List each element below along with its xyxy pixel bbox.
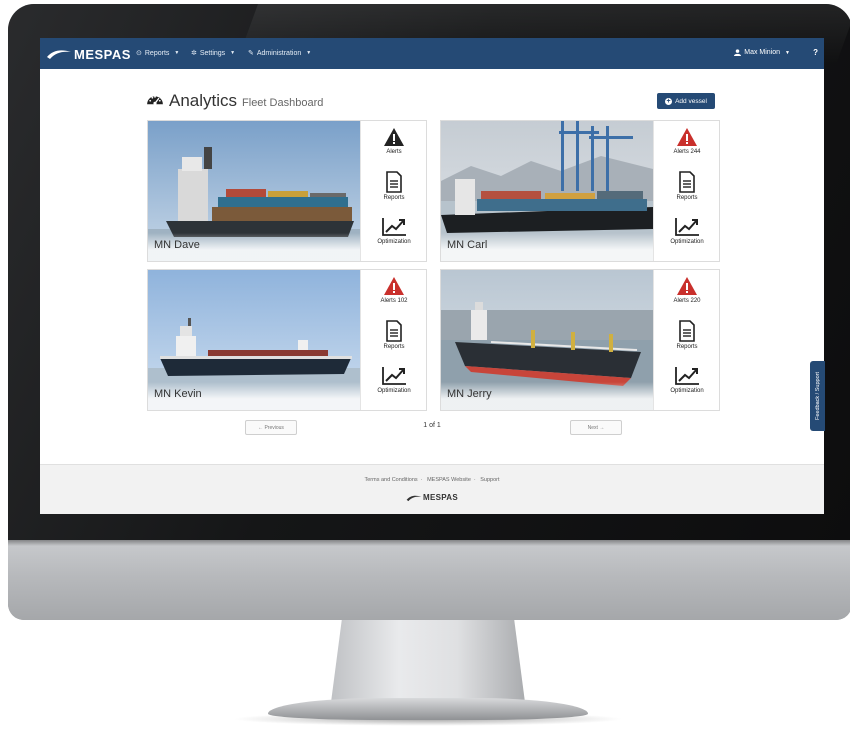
swoosh-icon [406, 495, 422, 501]
terms-link[interactable]: Terms and Conditions [364, 477, 417, 483]
reports-button[interactable]: Reports [654, 320, 720, 350]
vessel-name: MN Jerry [447, 388, 492, 400]
menu-administration[interactable]: ✎ Administration ▼ [248, 49, 312, 58]
support-link[interactable]: Support [480, 477, 499, 483]
add-vessel-button[interactable]: + Add vessel [657, 93, 715, 109]
vessel-name: MN Carl [447, 239, 488, 251]
warning-triangle-icon [677, 128, 697, 146]
alerts-label: Alerts 102 [380, 298, 408, 304]
dashboard-gauge-icon [147, 95, 163, 105]
reports-button[interactable]: Reports [361, 171, 427, 201]
vessel-name: MN Kevin [154, 388, 202, 400]
reports-label: Reports [383, 195, 405, 201]
warning-triangle-icon [384, 277, 404, 295]
vessel-photo[interactable]: MN Kevin [148, 270, 360, 410]
optimization-button[interactable]: Optimization [361, 366, 427, 394]
document-icon [679, 320, 695, 342]
user-menu[interactable]: Max Minion ▼ [734, 49, 790, 56]
optimization-button[interactable]: Optimization [654, 366, 720, 394]
gear-icon: ✲ [191, 50, 197, 57]
vessel-card: MN Dave Alerts Reports Optimization [147, 120, 427, 262]
vessel-card: MN Carl Alerts 244 Reports Optimization [440, 120, 720, 262]
vessel-card: MN Jerry Alerts 220 Reports Optimization [440, 269, 720, 411]
brand-logo[interactable]: MESPAS [46, 44, 131, 64]
user-icon [734, 49, 742, 56]
caret-down-icon: ▼ [174, 50, 180, 56]
page-title-sub: Fleet Dashboard [242, 97, 324, 109]
document-icon [386, 171, 402, 193]
vessel-photo[interactable]: MN Carl [441, 121, 653, 261]
vessel-name: MN Dave [154, 239, 200, 251]
optimization-label: Optimization [670, 239, 704, 245]
user-name: Max Minion [744, 49, 781, 56]
optimization-button[interactable]: Optimization [361, 217, 427, 245]
trend-chart-icon [675, 218, 699, 236]
reports-button[interactable]: Reports [361, 320, 427, 350]
caret-down-icon: ▼ [785, 49, 790, 56]
trend-chart-icon [382, 367, 406, 385]
previous-page-button[interactable]: ← Previous [245, 420, 297, 435]
app-screen: MESPAS ⊙ Reports ▼ ✲ Settings ▼ ✎ Admini… [40, 38, 824, 514]
reports-label: Reports [676, 195, 698, 201]
vessel-photo[interactable]: MN Jerry [441, 270, 653, 410]
feedback-support-tab[interactable]: Feedback / Support [810, 361, 825, 431]
menu-administration-label: Administration [256, 49, 302, 57]
trend-chart-icon [675, 367, 699, 385]
optimization-label: Optimization [670, 388, 704, 394]
page-title: Analytics Fleet Dashboard [146, 91, 323, 111]
wrench-icon: ✎ [248, 50, 254, 57]
caret-down-icon: ▼ [230, 50, 236, 56]
swoosh-icon [47, 50, 71, 59]
alerts-label: Alerts [386, 149, 402, 155]
vessel-card: MN Kevin Alerts 102 Reports Optimization [147, 269, 427, 411]
caret-down-icon: ▼ [306, 50, 312, 56]
reports-button[interactable]: Reports [654, 171, 720, 201]
vessel-actions: Alerts 244 Reports Optimization [653, 121, 720, 261]
vessel-photo[interactable]: MN Dave [148, 121, 360, 261]
vessel-actions: Alerts 220 Reports Optimization [653, 270, 720, 410]
optimization-button[interactable]: Optimization [654, 217, 720, 245]
menu-reports[interactable]: ⊙ Reports ▼ [136, 49, 180, 58]
circle-dot-icon: ⊙ [136, 50, 142, 57]
warning-triangle-icon [384, 128, 404, 146]
reports-label: Reports [383, 344, 405, 350]
alerts-button[interactable]: Alerts 220 [654, 276, 720, 304]
next-page-button[interactable]: Next → [570, 420, 622, 435]
add-vessel-label: Add vessel [675, 97, 707, 105]
optimization-label: Optimization [377, 388, 411, 394]
footer-logo: MESPAS [406, 493, 458, 502]
monitor-stand [330, 620, 526, 710]
menu-settings-label: Settings [199, 49, 226, 57]
monitor-stand-base [268, 698, 588, 720]
brand-name: MESPAS [74, 46, 131, 62]
alerts-button[interactable]: Alerts 244 [654, 127, 720, 155]
page-count: 1 of 1 [423, 422, 441, 429]
document-icon [679, 171, 695, 193]
document-icon [386, 320, 402, 342]
warning-triangle-icon [677, 277, 697, 295]
menu-reports-label: Reports [144, 49, 170, 57]
footer: Terms and Conditions · MESPAS Website · Su… [40, 464, 824, 514]
trend-chart-icon [382, 218, 406, 236]
menu-settings[interactable]: ✲ Settings ▼ [191, 49, 236, 58]
feedback-label: Feedback / Support [814, 371, 821, 421]
footer-logo-text: MESPAS [423, 493, 458, 502]
alerts-label: Alerts 220 [673, 298, 701, 304]
footer-links: Terms and Conditions · MESPAS Website · Su… [364, 477, 500, 483]
plus-circle-icon: + [665, 97, 673, 105]
reports-label: Reports [676, 344, 698, 350]
alerts-button[interactable]: Alerts [361, 127, 427, 155]
website-link[interactable]: MESPAS Website [427, 477, 471, 483]
vessel-actions: Alerts Reports Optimization [360, 121, 427, 261]
alerts-button[interactable]: Alerts 102 [361, 276, 427, 304]
page-title-main: Analytics [169, 91, 238, 110]
top-navbar: MESPAS ⊙ Reports ▼ ✲ Settings ▼ ✎ Admini… [40, 38, 824, 69]
monitor-chin [8, 540, 850, 620]
help-icon[interactable]: ? [813, 48, 818, 57]
optimization-label: Optimization [377, 239, 411, 245]
alerts-label: Alerts 244 [673, 149, 701, 155]
vessel-actions: Alerts 102 Reports Optimization [360, 270, 427, 410]
